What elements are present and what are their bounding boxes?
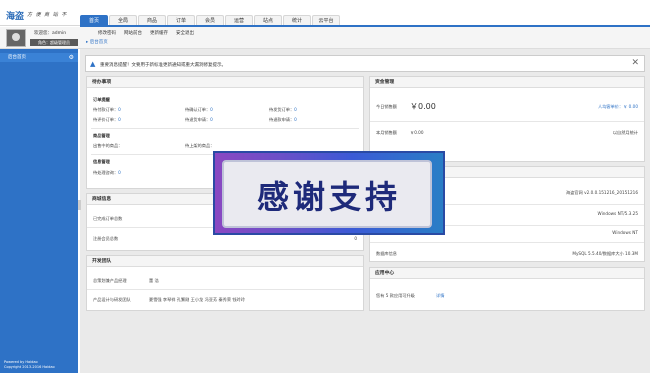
database-label: 数据库信息	[376, 251, 397, 256]
system-version: 海盗官网 v2.0.0.151216_20151216	[566, 190, 638, 195]
team-panel: 开发团队 总策划兼产品经理 董 浩 产品设计与研发团队 夏雪强 李琴祥 孔繁刚 …	[86, 255, 364, 311]
order-unreviewed[interactable]: 待评价订单：0	[93, 117, 121, 123]
database-value: MySQL 5.5.40/数据库大小 10.3M	[572, 251, 638, 256]
thanks-banner-box: 感谢支持	[222, 160, 432, 228]
goods-management-title: 商品管理	[93, 133, 110, 138]
order-unshipped[interactable]: 待发货订单：0	[269, 107, 297, 113]
team-dev-label: 产品设计与研发团队	[93, 297, 131, 302]
refund-requests[interactable]: 待退款申请：0	[269, 117, 297, 123]
order-reminder-title: 订单提醒	[93, 97, 110, 102]
funds-title: 资金管理	[370, 77, 644, 88]
order-unpaid[interactable]: 待付款订单：0	[93, 107, 121, 113]
divider	[87, 289, 363, 290]
completed-orders-label: 已完成订单总数	[93, 216, 123, 221]
team-pm-label: 总策划兼产品经理	[93, 278, 127, 283]
funds-panel: 资金管理 今日销售额 ￥0.00 人均客单价：￥ 0.00 本月销售额 ￥0.0…	[369, 76, 645, 162]
app-center-panel: 应用中心 您有 5 款应用可升级 详情	[369, 267, 645, 311]
notice-text: 重要消息提醒！文要用于新标准更新通知或重大漏洞修复提示。	[100, 63, 226, 68]
team-title: 开发团队	[87, 256, 363, 267]
divider	[370, 242, 644, 243]
site-frontend-link[interactable]: 网站前台	[124, 30, 142, 36]
app-center-title: 应用中心	[370, 268, 644, 279]
breadcrumb[interactable]: ▸ 后台首页	[86, 39, 108, 45]
thanks-banner: 感谢支持	[213, 151, 445, 235]
top-bar: 海盗 方 便 商 站 不 首页 全局 商品 订单 会员 运营 站点 统计 云平台	[0, 0, 650, 26]
app-details-link[interactable]: 详情	[436, 293, 444, 299]
thanks-text: 感谢支持	[256, 178, 401, 216]
logo-tagline: 方 便 商 站 不	[27, 12, 68, 18]
team-dev-value: 夏雪强 李琴祥 孔繁刚 王小龙 冯亚芳 秦秀荣 钱玲玲	[149, 297, 245, 302]
logout-link[interactable]: 安全退出	[176, 30, 194, 36]
sidebar-item-home[interactable]: 后台首页 ⚙	[0, 53, 78, 62]
return-requests[interactable]: 待退货申请：0	[185, 117, 213, 123]
breadcrumb-label: 后台首页	[89, 40, 108, 45]
order-unconfirmed[interactable]: 待确认订单：0	[185, 107, 213, 113]
divider	[370, 121, 644, 122]
role-badge: 角色：超级管理员	[30, 39, 78, 46]
sidebar-collapse-handle[interactable]	[78, 200, 81, 210]
info-icon: ▲	[90, 60, 96, 68]
today-sales-label: 今日销售额	[376, 104, 397, 109]
avg-order-value[interactable]: 人均客单价：￥ 0.00	[598, 104, 638, 110]
user-links: 修改密码 网站前台 更新缓存 安全退出	[98, 30, 194, 36]
divider	[91, 128, 359, 129]
todo-title: 待办事项	[87, 77, 363, 88]
update-cache-link[interactable]: 更新缓存	[150, 30, 168, 36]
today-sales-value: ￥0.00	[410, 102, 436, 111]
notice-bar: ▲ 重要消息提醒！文要用于新标准更新通知或重大漏洞修复提示。 ✕	[85, 55, 645, 72]
info-management-title: 信息管理	[93, 159, 110, 164]
server-software-value: Windows NT	[612, 230, 638, 235]
month-sales-note: 以自然月统计	[612, 130, 638, 135]
goods-pending[interactable]: 待上架的商品：	[185, 143, 214, 149]
goods-on-sale[interactable]: 出售中的商品：	[93, 143, 122, 149]
gear-icon[interactable]: ⚙	[69, 53, 74, 62]
welcome-text: 欢迎您：admin	[34, 31, 67, 36]
app-upgrade-text: 您有 5 款应用可升级	[376, 293, 415, 298]
pending-consultations[interactable]: 待处理咨询：0	[93, 170, 121, 176]
system-os: Windows NT/5.3.25	[597, 211, 638, 216]
copyright: Copyright 2013-2016 Haidao	[4, 365, 55, 369]
sidebar: 后台首页 ⚙ Powered by Haidao Copyright 2013-…	[0, 49, 78, 373]
month-sales-value: ￥0.00	[410, 130, 424, 135]
close-icon[interactable]: ✕	[631, 58, 639, 68]
avatar	[6, 29, 26, 47]
sidebar-item-label: 后台首页	[8, 55, 26, 60]
logo: 海盗	[6, 12, 25, 22]
sidebar-footer: Powered by Haidao Copyright 2013-2016 Ha…	[4, 360, 55, 370]
members-total-value: 0	[354, 236, 357, 241]
month-sales-label: 本月销售额	[376, 130, 397, 135]
team-pm-value: 董 浩	[149, 278, 159, 283]
change-password-link[interactable]: 修改密码	[98, 30, 116, 36]
members-total-label: 注册会员总数	[93, 236, 119, 241]
